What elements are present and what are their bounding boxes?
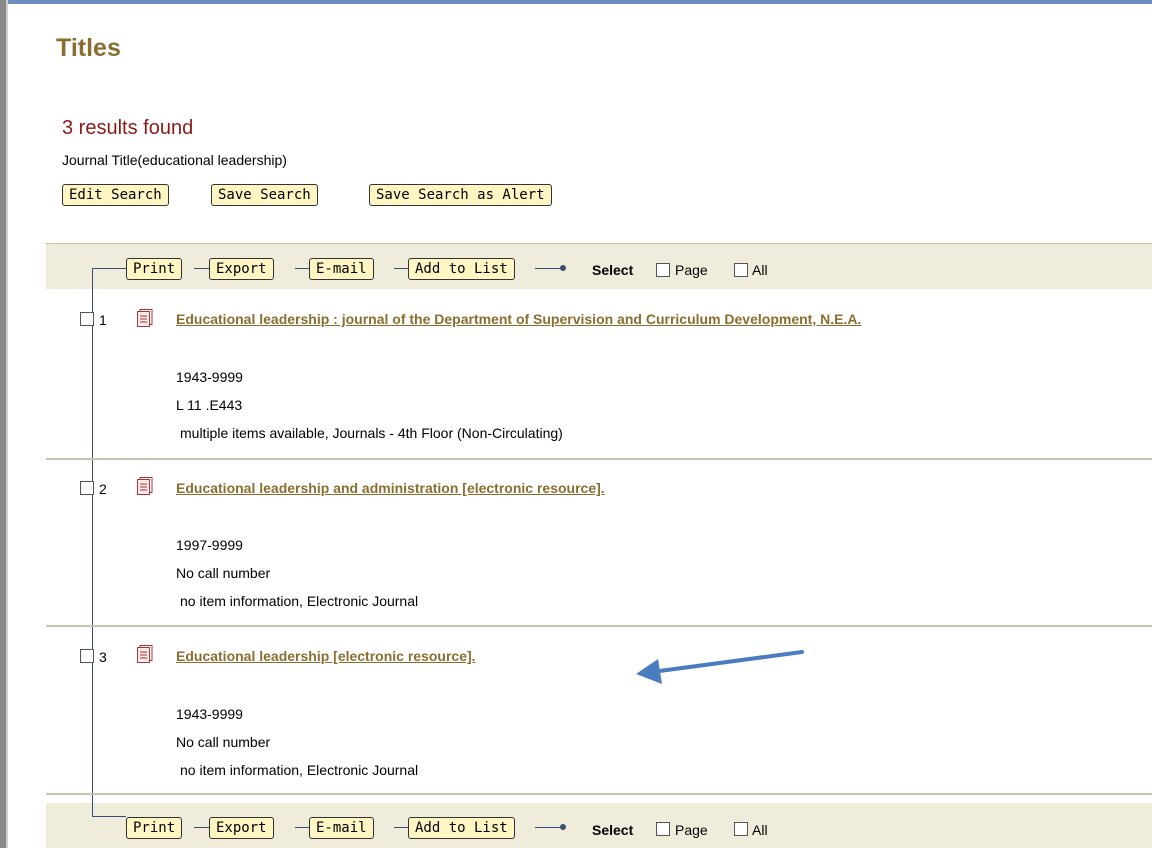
arrow-left-icon — [650, 650, 804, 674]
arrow-head — [636, 659, 662, 684]
annotation-arrow — [636, 650, 804, 684]
